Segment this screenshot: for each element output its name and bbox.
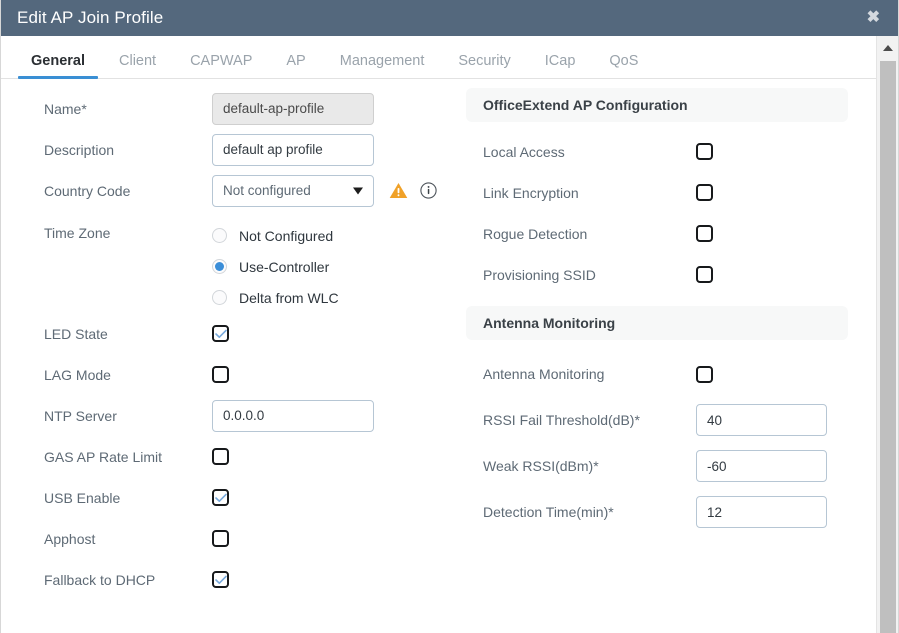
dialog-titlebar: Edit AP Join Profile ✖ <box>1 0 898 36</box>
country-code-select[interactable]: Not configured <box>212 174 374 207</box>
field-row-time-zone: Time Zone Not Configured Use-Controller … <box>44 211 466 313</box>
lag-mode-label: LAG Mode <box>44 366 111 383</box>
tab-capwap[interactable]: CAPWAP <box>173 53 269 78</box>
detection-time-label: Detection Time(min)* <box>483 504 614 520</box>
gas-ap-rate-limit-label: GAS AP Rate Limit <box>44 448 163 465</box>
field-row-detection-time: Detection Time(min)* <box>483 489 884 535</box>
name-input[interactable] <box>212 92 374 125</box>
tab-security[interactable]: Security <box>441 53 527 78</box>
link-encryption-label: Link Encryption <box>483 184 579 201</box>
radio-icon <box>212 290 227 305</box>
field-row-apphost: Apphost <box>44 518 466 559</box>
info-circle-icon[interactable] <box>420 182 437 199</box>
tab-management[interactable]: Management <box>323 53 442 78</box>
provisioning-ssid-label: Provisioning SSID <box>483 266 596 283</box>
field-row-ntp-server: NTP Server <box>44 395 466 436</box>
radio-icon <box>212 228 227 243</box>
time-zone-label: Time Zone <box>44 225 111 241</box>
rssi-fail-threshold-input[interactable] <box>696 404 827 436</box>
weak-rssi-label: Weak RSSI(dBm)* <box>483 458 599 474</box>
radio-label: Not Configured <box>239 227 334 244</box>
field-row-description: Description <box>44 129 466 170</box>
field-row-led-state: LED State <box>44 313 466 354</box>
provisioning-ssid-checkbox[interactable] <box>696 266 713 283</box>
radio-use-controller[interactable]: Use-Controller <box>212 251 339 282</box>
vertical-scrollbar[interactable] <box>876 36 898 633</box>
field-row-country-code: Country Code Not configured <box>44 170 466 211</box>
left-form-column: Name* Description Country Code Not confi… <box>1 88 466 633</box>
radio-label: Delta from WLC <box>239 289 339 306</box>
field-row-link-encryption: Link Encryption <box>483 172 884 213</box>
dialog-title: Edit AP Join Profile <box>17 8 164 27</box>
officeextend-section-title: OfficeExtend AP Configuration <box>483 97 688 113</box>
antenna-monitoring-section-title: Antenna Monitoring <box>483 315 616 331</box>
antenna-monitoring-label: Antenna Monitoring <box>483 366 605 382</box>
scrollbar-thumb[interactable] <box>880 61 896 633</box>
scroll-up-button[interactable] <box>877 36 898 60</box>
radio-delta-from-wlc[interactable]: Delta from WLC <box>212 282 339 313</box>
ntp-server-input[interactable] <box>212 399 374 432</box>
right-form-column: OfficeExtend AP Configuration Local Acce… <box>466 88 884 633</box>
rogue-detection-checkbox[interactable] <box>696 225 713 242</box>
tab-general[interactable]: General <box>14 53 102 79</box>
lag-mode-checkbox[interactable] <box>212 366 229 383</box>
field-row-provisioning-ssid: Provisioning SSID <box>483 254 884 295</box>
local-access-checkbox[interactable] <box>696 143 713 160</box>
tab-client[interactable]: Client <box>102 53 173 78</box>
fallback-to-dhcp-label: Fallback to DHCP <box>44 571 156 588</box>
usb-enable-label: USB Enable <box>44 489 121 506</box>
field-row-name: Name* <box>44 88 466 129</box>
field-row-lag-mode: LAG Mode <box>44 354 466 395</box>
time-zone-radio-group: Not Configured Use-Controller Delta from… <box>212 220 339 313</box>
field-row-weak-rssi: Weak RSSI(dBm)* <box>483 443 884 489</box>
general-tab-panel: Name* Description Country Code Not confi… <box>1 79 898 633</box>
close-icon[interactable]: ✖ <box>863 8 884 28</box>
tab-qos[interactable]: QoS <box>592 53 655 78</box>
name-label: Name* <box>44 100 87 117</box>
chevron-up-icon <box>882 45 893 51</box>
apphost-checkbox[interactable] <box>212 530 229 547</box>
led-state-label: LED State <box>44 325 108 342</box>
apphost-label: Apphost <box>44 530 96 547</box>
tab-bar: General Client CAPWAP AP Management Secu… <box>1 36 898 79</box>
tab-ap[interactable]: AP <box>269 53 322 78</box>
field-row-gas-ap-rate-limit: GAS AP Rate Limit <box>44 436 466 477</box>
country-code-select-wrapper: Not configured <box>212 174 374 207</box>
rssi-fail-threshold-label: RSSI Fail Threshold(dB)* <box>483 412 640 428</box>
local-access-label: Local Access <box>483 143 565 160</box>
field-row-rogue-detection: Rogue Detection <box>483 213 884 254</box>
radio-not-configured[interactable]: Not Configured <box>212 220 339 251</box>
description-label: Description <box>44 141 115 158</box>
warning-triangle-icon[interactable] <box>389 182 408 199</box>
usb-enable-checkbox[interactable] <box>212 489 229 506</box>
antenna-monitoring-checkbox[interactable] <box>696 365 713 383</box>
officeextend-section-body: Local Access Link Encryption Rogue Detec… <box>466 122 884 295</box>
link-encryption-checkbox[interactable] <box>696 184 713 201</box>
field-row-local-access: Local Access <box>483 131 884 172</box>
description-input[interactable] <box>212 133 374 166</box>
weak-rssi-input[interactable] <box>696 450 827 482</box>
country-code-label: Country Code <box>44 182 131 199</box>
field-row-fallback-to-dhcp: Fallback to DHCP <box>44 559 466 600</box>
tab-icap[interactable]: ICap <box>528 53 593 78</box>
antenna-monitoring-section-body: Antenna Monitoring RSSI Fail Threshold(d… <box>466 340 884 535</box>
field-row-antenna-monitoring: Antenna Monitoring <box>483 351 884 397</box>
led-state-checkbox[interactable] <box>212 325 229 342</box>
fallback-to-dhcp-checkbox[interactable] <box>212 571 229 588</box>
ntp-server-label: NTP Server <box>44 407 117 424</box>
radio-icon-selected <box>212 259 227 274</box>
edit-ap-join-profile-dialog: Edit AP Join Profile ✖ General Client CA… <box>0 0 899 633</box>
officeextend-section-header: OfficeExtend AP Configuration <box>466 88 848 122</box>
gas-ap-rate-limit-checkbox[interactable] <box>212 448 229 465</box>
radio-label: Use-Controller <box>239 258 330 275</box>
detection-time-input[interactable] <box>696 496 827 528</box>
field-row-usb-enable: USB Enable <box>44 477 466 518</box>
field-row-rssi-fail-threshold: RSSI Fail Threshold(dB)* <box>483 397 884 443</box>
antenna-monitoring-section-header: Antenna Monitoring <box>466 306 848 340</box>
rogue-detection-label: Rogue Detection <box>483 225 588 242</box>
